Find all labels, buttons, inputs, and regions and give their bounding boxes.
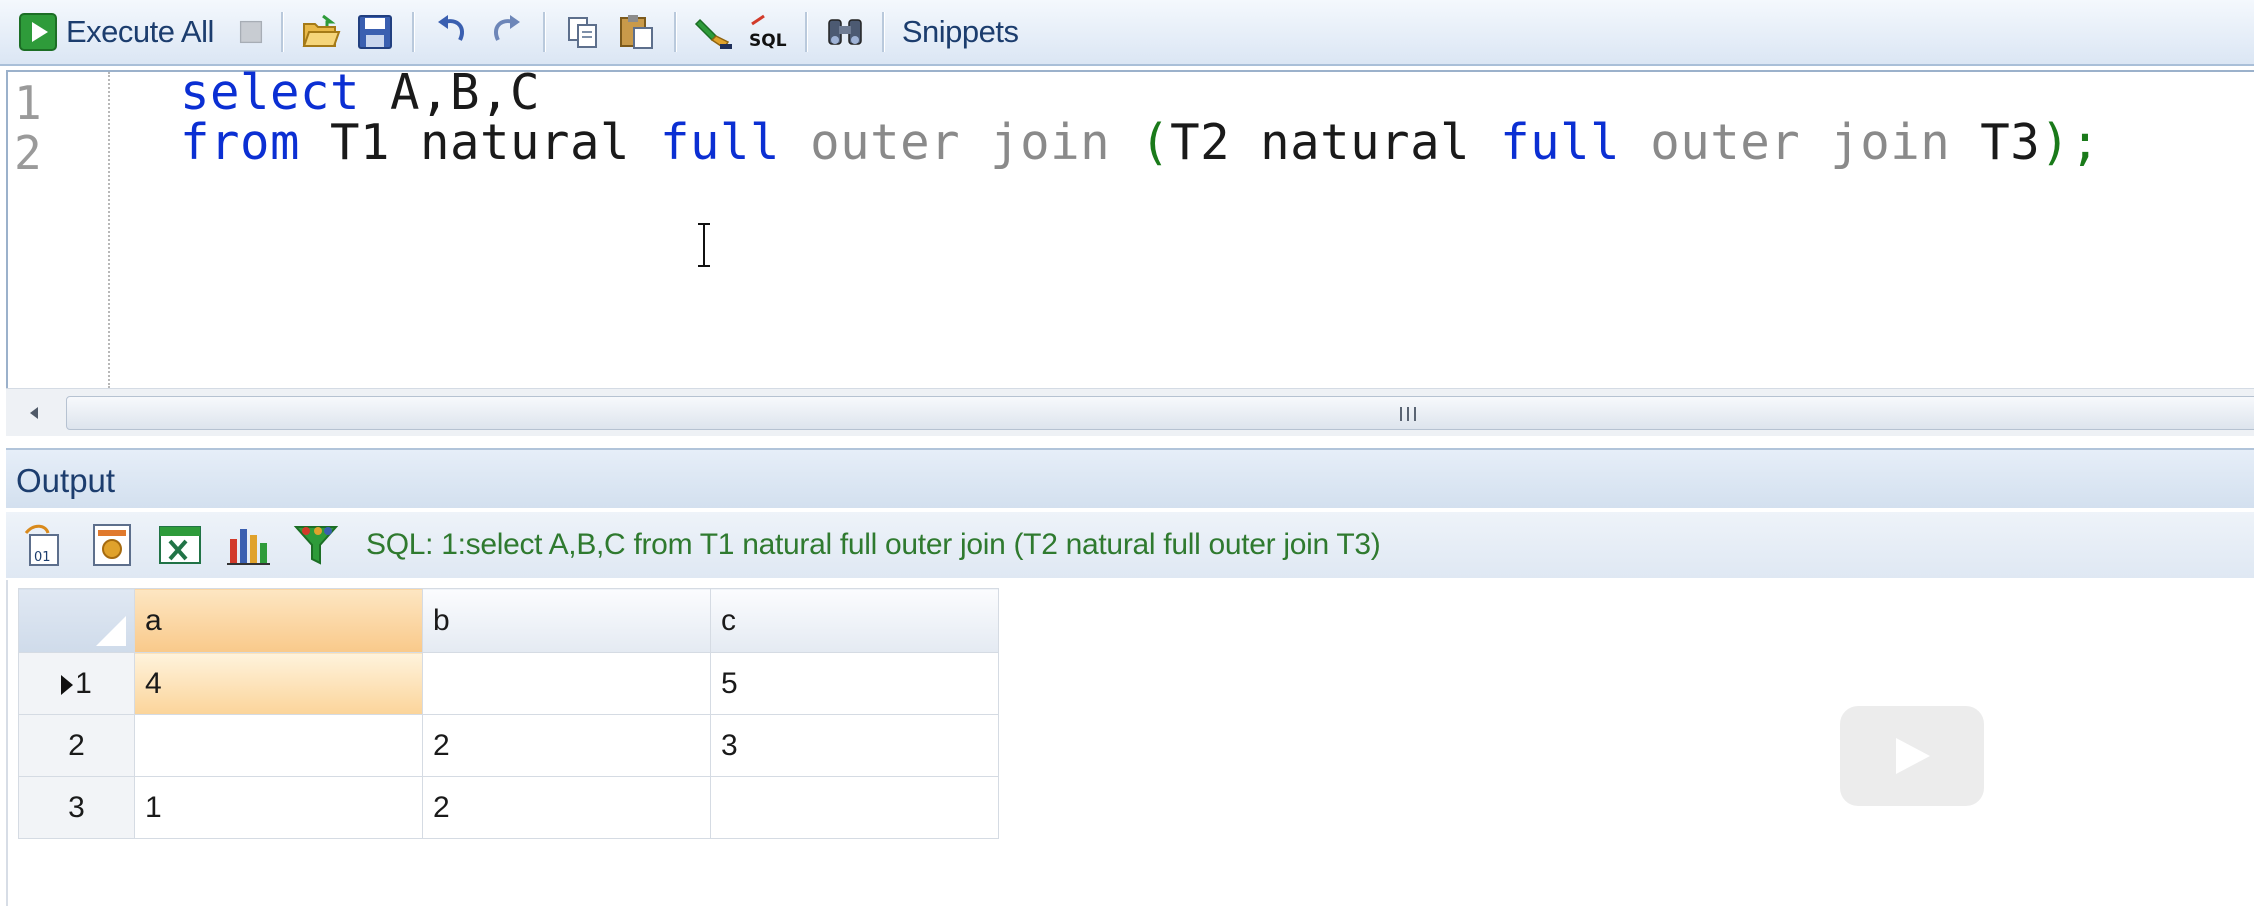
- output-panel-header: Output: [6, 448, 2254, 508]
- keyword-join: join: [990, 114, 1111, 171]
- toolbar-separator: [804, 12, 808, 52]
- save-icon: [357, 15, 392, 49]
- code-text: T3: [1950, 114, 2041, 171]
- table-row[interactable]: 3 1 2: [18, 776, 999, 839]
- paren-close: ): [2040, 114, 2071, 171]
- keyword-outer: outer: [810, 114, 961, 171]
- main-toolbar: Execute All SQL Snippets: [0, 0, 2254, 66]
- copy-icon: [567, 17, 597, 48]
- play-icon: [1896, 738, 1930, 774]
- text-cursor-icon: [698, 223, 710, 267]
- table-row[interactable]: 2 2 3: [18, 714, 999, 777]
- brush-icon: [694, 18, 732, 50]
- redo-button[interactable]: [479, 7, 533, 57]
- code-line-1[interactable]: select A,B,C: [180, 64, 540, 121]
- undo-button[interactable]: [425, 7, 479, 57]
- execute-all-button[interactable]: Execute All: [0, 7, 221, 57]
- editor-horizontal-scrollbar[interactable]: [6, 388, 2254, 436]
- line-number-gutter: 1 2: [8, 72, 110, 388]
- code-text: T1 natural: [300, 114, 661, 171]
- grid-cell[interactable]: 2: [422, 776, 711, 839]
- grid-cell[interactable]: 1: [134, 776, 423, 839]
- svg-text:SQL: SQL: [749, 31, 787, 51]
- semicolon: ;: [2070, 114, 2101, 171]
- html-export-icon[interactable]: [88, 521, 136, 569]
- stop-icon: [239, 20, 262, 44]
- keyword-full: full: [1500, 114, 1621, 171]
- chart-icon[interactable]: [224, 521, 272, 569]
- filter-icon[interactable]: [292, 521, 340, 569]
- scroll-left-arrow-icon[interactable]: [20, 399, 48, 427]
- keyword-join: join: [1830, 114, 1951, 171]
- open-file-button[interactable]: [294, 7, 348, 57]
- binoculars-icon: [828, 19, 862, 45]
- grid-cell[interactable]: 4: [134, 652, 423, 715]
- excel-export-icon[interactable]: [156, 521, 204, 569]
- snippets-button[interactable]: Snippets: [895, 7, 1026, 57]
- stop-button[interactable]: [231, 7, 271, 57]
- folder-open-icon: [302, 14, 341, 47]
- grid-cell[interactable]: 2: [422, 714, 711, 777]
- sql-editor[interactable]: 1 2 select A,B,C from T1 natural full ou…: [6, 64, 2254, 388]
- row-header[interactable]: 2: [18, 714, 135, 777]
- redo-icon: [493, 15, 520, 41]
- find-button[interactable]: [818, 7, 872, 57]
- column-header-c[interactable]: c: [710, 588, 999, 653]
- execute-icon: [19, 13, 57, 51]
- keyword-from: from: [180, 114, 301, 171]
- sql-button[interactable]: SQL: [741, 7, 795, 57]
- output-toolbar: 01 SQL: 1:select A,B,C from T1 natural f…: [6, 512, 2254, 578]
- grid-cell[interactable]: [134, 714, 423, 777]
- grid-header-row: a b c: [18, 588, 999, 653]
- sql-icon: SQL: [749, 14, 787, 51]
- row-header[interactable]: 3: [18, 776, 135, 839]
- row-header[interactable]: 1: [18, 652, 135, 715]
- table-row[interactable]: 1 4 5: [18, 652, 999, 715]
- grip-icon: [1400, 407, 1416, 421]
- keyword-outer: outer: [1650, 114, 1801, 171]
- row-number: 1: [75, 666, 92, 700]
- column-header-a[interactable]: a: [134, 588, 423, 653]
- results-grid: a b c 1 4 5 2 2 3 3 1 2: [18, 588, 999, 839]
- select-all-triangle-icon: [96, 616, 126, 646]
- code-text: A,B,C: [360, 64, 541, 121]
- grid-cell[interactable]: [422, 652, 711, 715]
- export-data-icon[interactable]: 01: [20, 521, 68, 569]
- keyword-full: full: [660, 114, 781, 171]
- code-text: T2 natural: [1170, 114, 1501, 171]
- grid-cell[interactable]: 3: [710, 714, 999, 777]
- paste-icon: [619, 15, 653, 49]
- video-play-button[interactable]: [1840, 706, 1984, 806]
- code-line-2[interactable]: from T1 natural full outer join (T2 natu…: [180, 114, 2100, 171]
- sql-status-text: SQL: 1:select A,B,C from T1 natural full…: [366, 528, 1381, 561]
- snippets-label: Snippets: [901, 14, 1019, 49]
- grid-select-all-corner[interactable]: [18, 588, 135, 653]
- column-header-b[interactable]: b: [422, 588, 711, 653]
- toolbar-separator: [881, 12, 885, 52]
- paren-open: (: [1140, 114, 1171, 171]
- grid-cell[interactable]: 5: [710, 652, 999, 715]
- keyword-select: select: [180, 64, 361, 121]
- toolbar-separator: [411, 12, 415, 52]
- undo-icon: [437, 15, 464, 41]
- line-number: 1: [14, 76, 42, 130]
- row-number: 2: [68, 728, 85, 762]
- svg-text:01: 01: [34, 550, 51, 565]
- toolbar-separator: [280, 12, 284, 52]
- current-row-arrow-icon: [61, 674, 74, 695]
- paste-button[interactable]: [610, 7, 664, 57]
- format-sql-button[interactable]: [687, 7, 741, 57]
- row-number: 3: [68, 790, 85, 824]
- copy-button[interactable]: [556, 7, 610, 57]
- save-button[interactable]: [348, 7, 402, 57]
- toolbar-separator: [673, 12, 677, 52]
- output-title: Output: [16, 462, 116, 499]
- line-number: 2: [14, 126, 42, 180]
- scrollbar-thumb[interactable]: [66, 396, 2254, 430]
- execute-all-label: Execute All: [66, 14, 214, 49]
- toolbar-separator: [542, 12, 546, 52]
- grid-cell[interactable]: [710, 776, 999, 839]
